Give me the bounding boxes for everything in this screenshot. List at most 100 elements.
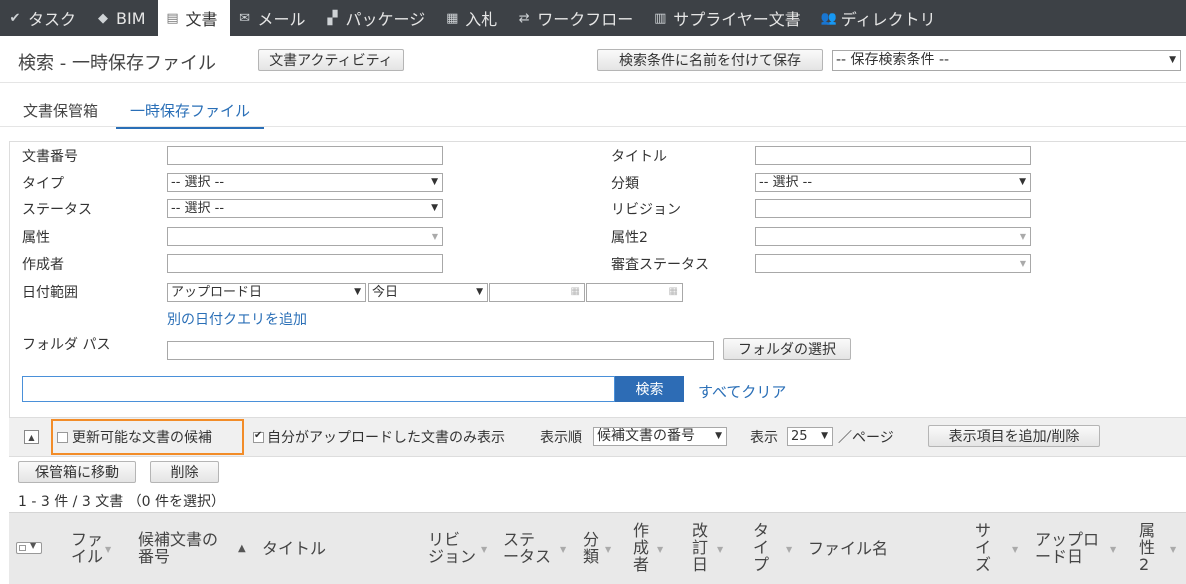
collapse-icon[interactable]: ▲ — [24, 430, 39, 444]
nav-mail[interactable]: ✉ メール — [230, 0, 318, 36]
status-select[interactable]: -- 選択 -- ▼ — [167, 199, 443, 218]
folder-path-label: フォルダ パス — [22, 337, 111, 353]
date-field-select[interactable]: アップロード日 ▼ — [167, 283, 366, 302]
envelope-icon: ✉ — [239, 10, 250, 26]
folder-path-input[interactable] — [167, 341, 714, 360]
my-uploads-checkbox[interactable] — [253, 430, 264, 443]
chevron-down-icon: ▼ — [715, 431, 722, 441]
clear-all-link[interactable]: すべてクリア — [698, 381, 786, 402]
date-period-select[interactable]: 今日 ▼ — [368, 283, 488, 302]
column-header-category[interactable]: 分類 — [583, 531, 599, 565]
nav-directory[interactable]: 👥 ディレクトリ — [813, 0, 948, 36]
attribute-label: 属性 — [22, 230, 50, 246]
checkbox-icon — [19, 545, 26, 551]
building-icon: ▥ — [654, 10, 667, 26]
nav-tender[interactable]: ▦ 入札 — [437, 0, 509, 36]
attribute2-label: 属性2 — [611, 230, 648, 246]
nav-supplier-docs[interactable]: ▥ サプライヤー文書 — [645, 0, 813, 36]
document-activity-button[interactable]: 文書アクティビティ — [258, 49, 404, 71]
calendar-icon[interactable]: ▦ — [571, 286, 580, 297]
title-label: タイトル — [611, 149, 667, 165]
chevron-down-icon: ▼ — [821, 431, 828, 441]
chevron-down-icon: ▼ — [30, 541, 37, 550]
sort-icon: ▼ — [605, 545, 612, 554]
nav-documents[interactable]: ▤ 文書 — [157, 0, 230, 36]
tab-document-box[interactable]: 文書保管箱 — [23, 100, 98, 121]
search-input[interactable] — [22, 376, 615, 402]
nav-bim[interactable]: ◆ BIM — [88, 0, 158, 36]
category-select[interactable]: -- 選択 -- ▼ — [755, 173, 1031, 192]
nav-packages[interactable]: ▞ パッケージ — [318, 0, 438, 36]
chevron-down-icon: ▼ — [354, 287, 361, 297]
date-from-input[interactable]: ▦ — [489, 283, 585, 302]
result-count: 1 - 3 件 / 3 文書 （0 件を選択） — [18, 494, 225, 510]
save-search-button[interactable]: 検索条件に名前を付けて保存 — [597, 49, 823, 71]
chevron-down-icon: ▼ — [1019, 259, 1026, 268]
per-page-select[interactable]: 25 ▼ — [787, 427, 833, 446]
select-all-checkbox[interactable]: ▼ — [16, 541, 42, 554]
type-select[interactable]: -- 選択 -- ▼ — [167, 173, 443, 192]
saved-search-select[interactable]: -- 保存検索条件 -- ▼ — [832, 50, 1181, 71]
tab-bar: 文書保管箱 一時保存ファイル — [0, 83, 1186, 129]
tab-temporary-files[interactable]: 一時保存ファイル — [116, 100, 265, 129]
sort-icon: ▼ — [105, 545, 112, 554]
chevron-down-icon: ▼ — [1169, 55, 1176, 65]
author-input[interactable] — [167, 254, 443, 273]
type-label: タイプ — [22, 176, 64, 192]
column-header-type[interactable]: タイプ — [753, 522, 769, 573]
attribute2-select[interactable]: ▼ — [755, 227, 1031, 246]
folder-select-button[interactable]: フォルダの選択 — [723, 338, 851, 360]
date-to-input[interactable]: ▦ — [586, 283, 683, 302]
sort-select[interactable]: 候補文書の番号 ▼ — [593, 427, 727, 446]
review-status-select[interactable]: ▼ — [755, 254, 1031, 273]
doc-number-input[interactable] — [167, 146, 443, 165]
column-header-size[interactable]: サイズ — [975, 522, 991, 573]
search-button[interactable]: 検索 — [615, 376, 684, 402]
highlight-box — [51, 419, 244, 455]
add-remove-columns-button[interactable]: 表示項目を追加/削除 — [928, 425, 1100, 447]
revision-input[interactable] — [755, 199, 1031, 218]
sort-icon: ▼ — [481, 545, 488, 554]
tender-icon: ▦ — [446, 10, 459, 26]
column-header-upload-date[interactable]: アップロ ード日 — [1035, 531, 1099, 565]
sort-label: 表示順 — [540, 430, 582, 446]
column-header-revision[interactable]: リビ ジョン — [428, 531, 476, 565]
sort-icon: ▼ — [657, 545, 664, 554]
column-header-file[interactable]: ファ イル — [71, 531, 103, 565]
chevron-down-icon: ▼ — [1019, 177, 1026, 187]
column-header-title[interactable]: タイトル — [262, 540, 326, 557]
sort-icon: ▼ — [717, 545, 724, 554]
review-status-label: 審査ステータス — [611, 257, 709, 273]
document-icon: ▤ — [166, 10, 179, 26]
people-icon: 👥 — [820, 10, 837, 26]
category-label: 分類 — [611, 176, 639, 192]
chevron-down-icon: ▼ — [1019, 232, 1026, 241]
calendar-icon[interactable]: ▦ — [669, 286, 678, 297]
attribute-select[interactable]: ▼ — [167, 227, 443, 246]
column-header-candidate-number[interactable]: 候補文書の 番号 — [138, 531, 218, 565]
page-title: 検索 - 一時保存ファイル — [18, 53, 216, 74]
add-date-query-link[interactable]: 別の日付クエリを追加 — [167, 309, 307, 329]
date-range-label: 日付範囲 — [22, 285, 78, 301]
author-label: 作成者 — [22, 257, 64, 273]
column-header-revision-date[interactable]: 改訂日 — [692, 522, 708, 573]
column-header-status[interactable]: ステ ータス — [503, 531, 551, 565]
column-header-file-name[interactable]: ファイル名 — [808, 540, 888, 557]
delete-button[interactable]: 削除 — [150, 461, 219, 483]
package-icon: ▞ — [327, 10, 338, 26]
my-uploads-label: 自分がアップロードした文書のみ表示 — [267, 430, 505, 446]
sort-icon: ▼ — [1170, 545, 1177, 554]
title-input[interactable] — [755, 146, 1031, 165]
per-page-suffix: ／ページ — [838, 430, 894, 446]
chevron-down-icon: ▼ — [431, 203, 438, 213]
doc-number-label: 文書番号 — [22, 149, 78, 165]
sort-ascending-icon: ▲ — [238, 543, 246, 554]
nav-tasks[interactable]: ✔ タスク — [0, 0, 88, 36]
top-nav: ✔ タスク ◆ BIM ▤ 文書 ✉ メール ▞ パッケージ ▦ 入札 ⇄ ワークフロー ▥ サ… — [0, 0, 1186, 36]
move-to-box-button[interactable]: 保管箱に移動 — [18, 461, 136, 483]
column-header-author[interactable]: 作成者 — [633, 522, 649, 573]
nav-workflow[interactable]: ⇄ ワークフロー — [509, 0, 645, 36]
sort-icon: ▼ — [560, 545, 567, 554]
workflow-icon: ⇄ — [518, 10, 530, 26]
column-header-attribute2[interactable]: 属性2 — [1139, 522, 1155, 573]
